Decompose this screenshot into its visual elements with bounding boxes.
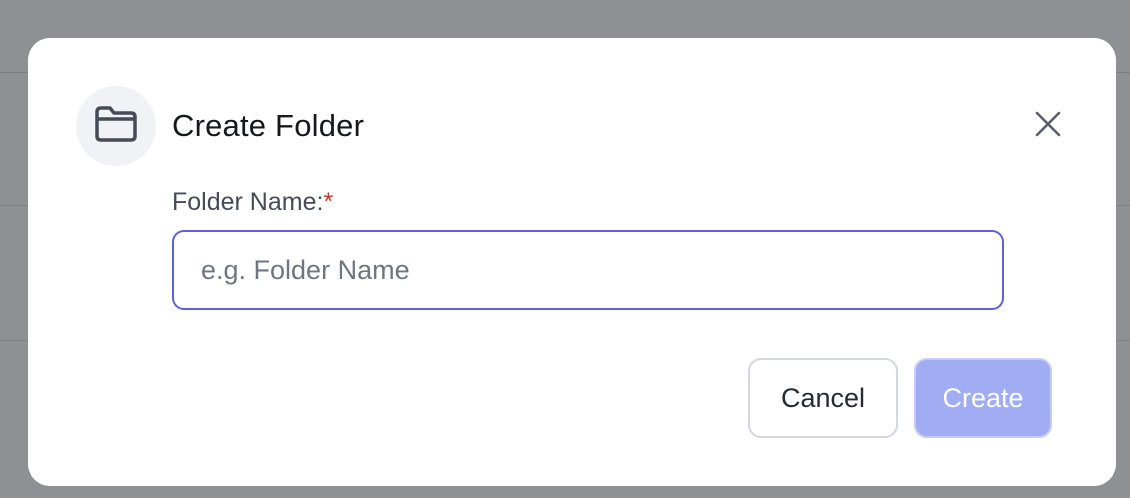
folder-icon	[93, 104, 139, 149]
close-icon	[1034, 110, 1062, 143]
backdrop-divider	[0, 205, 28, 206]
create-button[interactable]: Create	[914, 358, 1052, 438]
create-folder-dialog: Create Folder Folder Name:* Cancel Creat…	[28, 38, 1116, 486]
backdrop-divider	[1116, 72, 1130, 73]
folder-name-label-text: Folder Name:	[172, 188, 324, 216]
cancel-button[interactable]: Cancel	[748, 358, 898, 438]
backdrop-divider	[0, 340, 28, 341]
dialog-title: Create Folder	[172, 108, 365, 143]
backdrop-divider	[1116, 205, 1130, 206]
required-marker: *	[323, 188, 334, 216]
folder-icon-badge	[76, 86, 156, 166]
close-button[interactable]	[1028, 106, 1068, 146]
backdrop-divider	[0, 72, 28, 73]
backdrop-divider	[1116, 340, 1130, 341]
folder-name-label: Folder Name:*	[172, 186, 333, 218]
folder-name-input[interactable]	[172, 230, 1004, 310]
